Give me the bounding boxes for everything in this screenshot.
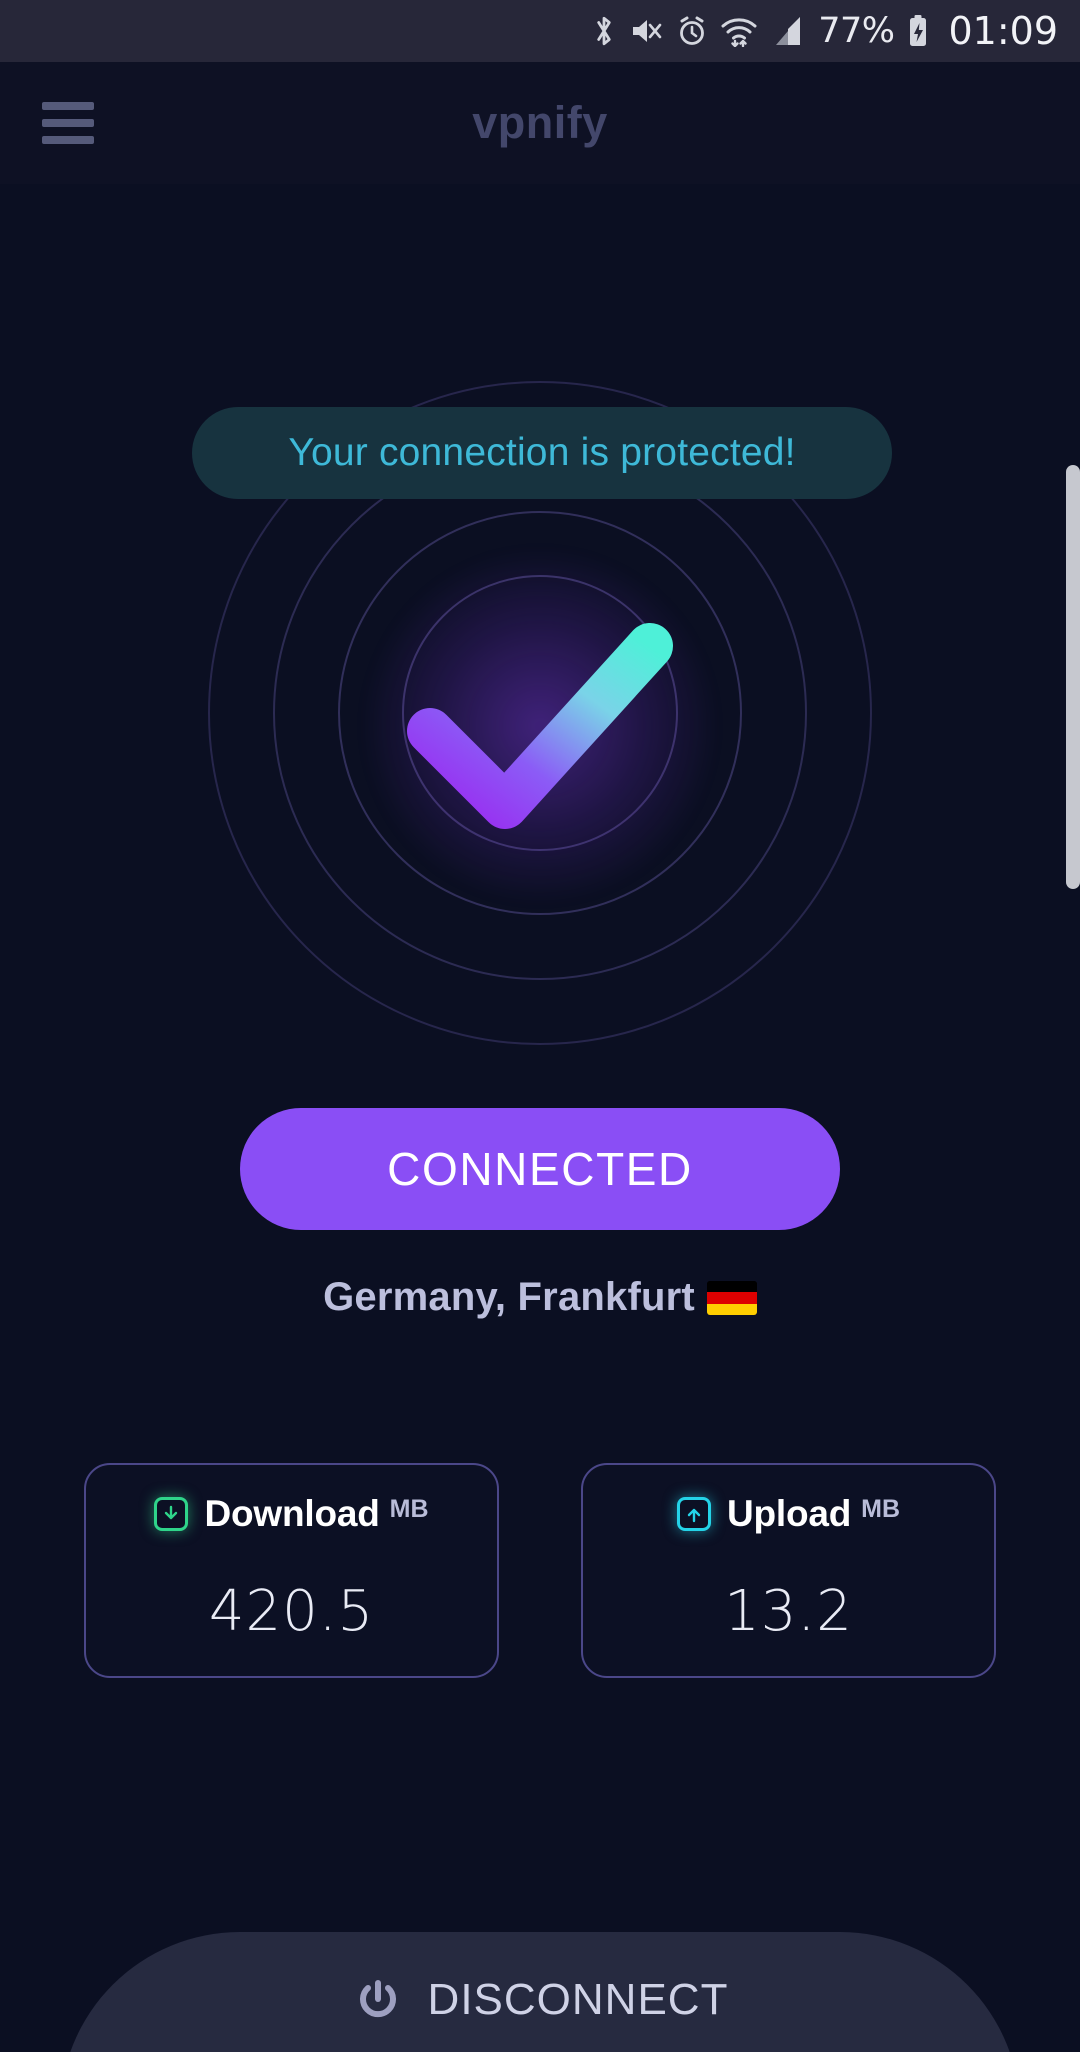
connection-state-label: CONNECTED	[387, 1143, 693, 1195]
upload-card-header: Upload MB	[583, 1493, 994, 1535]
upload-unit: MB	[861, 1495, 901, 1523]
download-label: Download	[204, 1493, 380, 1534]
status-banner: Your connection is protected!	[192, 407, 892, 499]
disconnect-button[interactable]: DISCONNECT	[60, 1932, 1020, 2052]
bluetooth-icon	[591, 14, 617, 48]
system-clock: 01:09	[948, 9, 1058, 53]
cellular-signal-icon	[771, 15, 803, 47]
volume-mute-icon	[630, 16, 664, 46]
upload-value: 13.2	[724, 1579, 853, 1644]
upload-label: Upload	[726, 1493, 852, 1534]
upload-card: Upload MB 13.2	[581, 1463, 996, 1678]
system-status-bar: 77% 01:09	[0, 0, 1080, 62]
alarm-icon	[677, 15, 707, 47]
status-banner-label: Your connection is protected!	[288, 431, 796, 474]
battery-charging-icon	[907, 14, 929, 48]
selected-location-label: Germany, Frankfurt	[323, 1275, 695, 1319]
page-title: vpnify	[472, 97, 608, 148]
traffic-stats: Download MB 420.5 Upload MB 13.2	[84, 1463, 996, 1678]
connection-state-button[interactable]: CONNECTED	[240, 1108, 840, 1230]
download-unit: MB	[389, 1495, 429, 1523]
app-screen: 77% 01:09 vpnify Your connection is prot…	[0, 0, 1080, 2052]
download-arrow-icon	[154, 1497, 189, 1531]
selected-location[interactable]: Germany, Frankfurt	[0, 1275, 1080, 1320]
vertical-scrollbar[interactable]	[1066, 465, 1080, 889]
disconnect-row: DISCONNECT	[60, 1974, 1020, 2026]
germany-flag-icon	[706, 1281, 757, 1315]
download-card-header: Download MB	[86, 1493, 497, 1535]
download-card: Download MB 420.5	[84, 1463, 499, 1678]
app-bar: vpnify	[0, 62, 1080, 184]
upload-arrow-icon	[676, 1497, 711, 1531]
battery-percent-label: 77%	[818, 11, 895, 51]
power-icon	[352, 1974, 404, 2026]
disconnect-label: DISCONNECT	[427, 1975, 729, 2024]
download-value: 420.5	[208, 1579, 375, 1644]
wifi-icon	[720, 15, 758, 47]
check-icon	[400, 611, 680, 841]
